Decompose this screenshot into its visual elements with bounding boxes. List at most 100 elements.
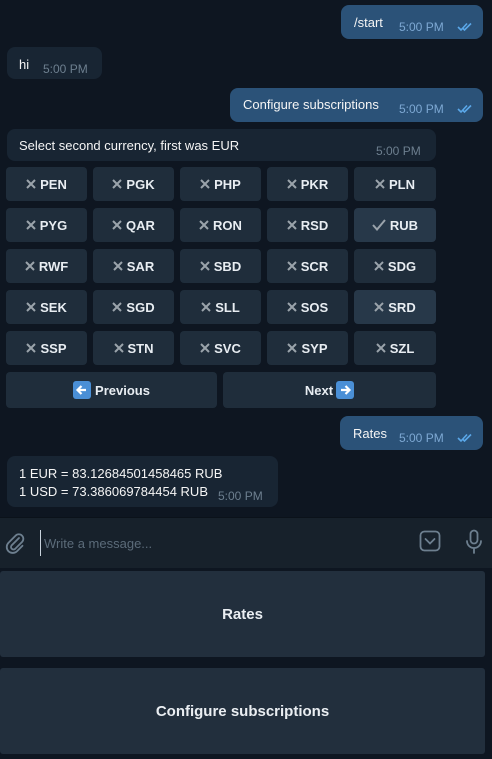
message-time: 5:00 PM bbox=[376, 144, 421, 158]
reply-button-rates[interactable]: Rates bbox=[0, 571, 485, 657]
inline-keyboard: PEN PGK PHP PKR PLN PYG QAR RON RSD RUB … bbox=[6, 167, 436, 408]
currency-button-rub[interactable]: RUB bbox=[354, 208, 436, 242]
currency-label: SCR bbox=[300, 258, 329, 274]
currency-button-sgd[interactable]: SGD bbox=[93, 290, 174, 324]
message-text: Select second currency, first was EUR bbox=[19, 138, 240, 153]
cross-icon bbox=[287, 220, 297, 230]
currency-button-pgk[interactable]: PGK bbox=[93, 167, 174, 201]
read-ticks-icon bbox=[457, 22, 472, 32]
message-text: Configure subscriptions bbox=[243, 97, 379, 112]
next-button[interactable]: Next bbox=[223, 372, 436, 408]
currency-button-sll[interactable]: SLL bbox=[180, 290, 261, 324]
left-arrow-icon bbox=[73, 381, 92, 399]
currency-label: SBD bbox=[213, 258, 242, 274]
message-composer bbox=[0, 517, 492, 568]
currency-button-svc[interactable]: SVC bbox=[180, 331, 261, 365]
cross-icon bbox=[287, 343, 298, 353]
currency-button-srd[interactable]: SRD bbox=[354, 290, 436, 324]
currency-button-pkr[interactable]: PKR bbox=[267, 167, 348, 201]
currency-button-sar[interactable]: SAR bbox=[93, 249, 174, 283]
message-rates: Rates 5:00 PM bbox=[340, 416, 483, 450]
currency-button-php[interactable]: PHP bbox=[180, 167, 261, 201]
currency-label: STN bbox=[127, 340, 154, 356]
currency-button-syp[interactable]: SYP bbox=[267, 331, 348, 365]
keyboard-row: RWF SAR SBD SCR SDG bbox=[6, 249, 436, 283]
rate-line-usd: 1 USD = 73.386069784454 RUB bbox=[19, 484, 208, 499]
cross-icon bbox=[113, 343, 124, 353]
cross-icon bbox=[376, 343, 386, 353]
cross-icon bbox=[201, 302, 211, 312]
message-configure: Configure subscriptions 5:00 PM bbox=[230, 88, 483, 122]
keyboard-row: PEN PGK PHP PKR PLN bbox=[6, 167, 436, 201]
currency-button-rwf[interactable]: RWF bbox=[6, 249, 87, 283]
message-time: 5:00 PM bbox=[43, 62, 88, 76]
microphone-icon[interactable] bbox=[464, 529, 484, 555]
next-label: Next bbox=[304, 382, 334, 398]
checkmark-icon bbox=[372, 219, 386, 231]
currency-label: SRD bbox=[388, 299, 416, 315]
currency-label: SEK bbox=[40, 299, 67, 315]
cross-icon bbox=[113, 261, 123, 271]
keyboard-row: SSP STN SVC SYP SZL bbox=[6, 331, 436, 365]
currency-button-sos[interactable]: SOS bbox=[267, 290, 348, 324]
currency-button-sdg[interactable]: SDG bbox=[354, 249, 436, 283]
keyboard-row: Previous Next bbox=[6, 372, 436, 408]
right-arrow-icon bbox=[336, 381, 355, 399]
previous-button[interactable]: Previous bbox=[6, 372, 217, 408]
cross-icon bbox=[200, 261, 210, 271]
cross-icon bbox=[26, 343, 37, 353]
cross-icon bbox=[112, 220, 122, 230]
cross-icon bbox=[26, 220, 36, 230]
cross-icon bbox=[374, 261, 384, 271]
cross-icon bbox=[112, 179, 123, 189]
cross-icon bbox=[287, 179, 297, 189]
message-time: 5:00 PM bbox=[399, 431, 444, 445]
currency-button-scr[interactable]: SCR bbox=[267, 249, 348, 283]
currency-label: PEN bbox=[40, 176, 67, 192]
cross-icon bbox=[374, 302, 384, 312]
cross-icon bbox=[375, 179, 385, 189]
currency-label: PYG bbox=[39, 217, 68, 233]
cross-icon bbox=[200, 343, 210, 353]
cross-icon bbox=[112, 302, 123, 312]
currency-button-pen[interactable]: PEN bbox=[6, 167, 87, 201]
message-input[interactable] bbox=[40, 530, 406, 556]
currency-label: SLL bbox=[215, 299, 240, 315]
read-ticks-icon bbox=[457, 104, 472, 114]
currency-button-ssp[interactable]: SSP bbox=[6, 331, 87, 365]
currency-button-rsd[interactable]: RSD bbox=[267, 208, 348, 242]
currency-button-ron[interactable]: RON bbox=[180, 208, 261, 242]
currency-button-szl[interactable]: SZL bbox=[354, 331, 436, 365]
keyboard-row: PYG QAR RON RSD RUB bbox=[6, 208, 436, 242]
cross-icon bbox=[287, 302, 297, 312]
keyboard-row: SEK SGD SLL SOS SRD bbox=[6, 290, 436, 324]
currency-button-sek[interactable]: SEK bbox=[6, 290, 87, 324]
currency-button-pyg[interactable]: PYG bbox=[6, 208, 87, 242]
currency-label: PHP bbox=[214, 176, 241, 192]
currency-label: SAR bbox=[126, 258, 155, 274]
reply-button-label: Configure subscriptions bbox=[155, 702, 330, 720]
currency-label: RON bbox=[213, 217, 242, 233]
currency-button-stn[interactable]: STN bbox=[93, 331, 174, 365]
attach-icon[interactable] bbox=[4, 532, 26, 554]
message-rates-result: 1 EUR = 83.12684501458465 RUB 1 USD = 73… bbox=[7, 456, 278, 507]
message-start: /start 5:00 PM bbox=[341, 5, 483, 39]
currency-label: SOS bbox=[300, 299, 329, 315]
message-time: 5:00 PM bbox=[218, 489, 263, 503]
currency-label: RWF bbox=[38, 258, 69, 274]
currency-label: SYP bbox=[301, 340, 328, 356]
reply-button-configure-subscriptions[interactable]: Configure subscriptions bbox=[0, 668, 485, 754]
currency-button-sbd[interactable]: SBD bbox=[180, 249, 261, 283]
currency-label: PGK bbox=[126, 176, 155, 192]
currency-button-pln[interactable]: PLN bbox=[354, 167, 436, 201]
message-text: Rates bbox=[353, 426, 387, 441]
bot-keyboard-icon[interactable] bbox=[419, 530, 441, 552]
message-time: 5:00 PM bbox=[399, 102, 444, 116]
message-time: 5:00 PM bbox=[399, 20, 444, 34]
currency-label: RUB bbox=[389, 217, 419, 233]
reply-button-label: Rates bbox=[222, 605, 263, 623]
currency-button-qar[interactable]: QAR bbox=[93, 208, 174, 242]
message-hi: hi 5:00 PM bbox=[7, 47, 102, 79]
currency-label: QAR bbox=[126, 217, 155, 233]
currency-label: SDG bbox=[387, 258, 417, 274]
